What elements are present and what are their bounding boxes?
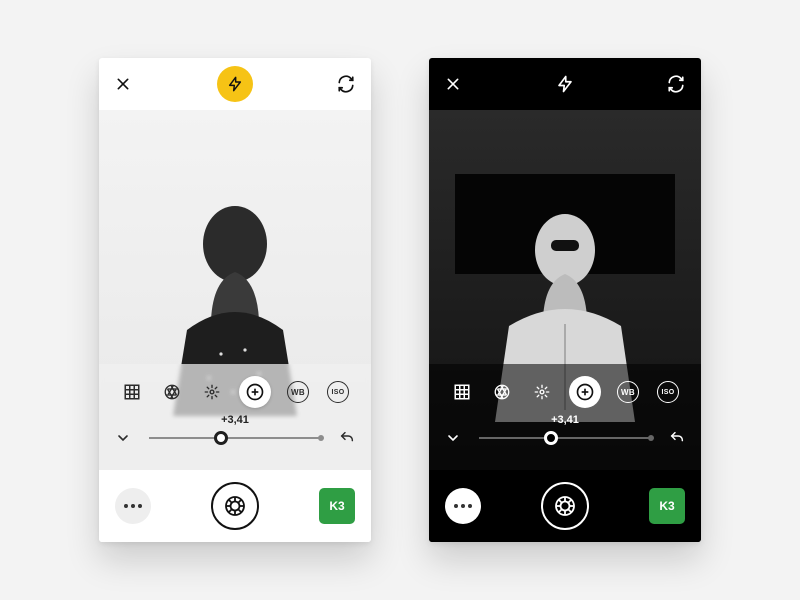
exposure-slider-row: +3,41 <box>99 418 371 458</box>
flash-toggle-button[interactable] <box>217 66 253 102</box>
settings-overlay: WB ISO +3,41 <box>429 364 701 470</box>
wb-label: WB <box>287 381 309 403</box>
aperture-tool[interactable] <box>489 379 515 405</box>
camera-screen-light: WB ISO +3,41 <box>99 58 371 542</box>
filter-label: K3 <box>329 499 344 513</box>
more-options-button[interactable] <box>445 488 481 524</box>
slider-thumb[interactable] <box>214 431 228 445</box>
chevron-down-icon <box>445 430 461 446</box>
slider-end-dot <box>318 435 324 441</box>
exposure-tool[interactable] <box>569 376 601 408</box>
wb-label: WB <box>617 381 639 403</box>
brightness-tool[interactable] <box>529 379 555 405</box>
undo-icon <box>339 430 355 446</box>
flash-toggle-button[interactable] <box>556 75 574 93</box>
exposure-value: +3,41 <box>221 414 249 426</box>
iso-tool[interactable]: ISO <box>655 379 681 405</box>
chevron-down-icon <box>115 430 131 446</box>
grid-tool[interactable] <box>449 379 475 405</box>
undo-icon <box>669 430 685 446</box>
exposure-slider-row: +3,41 <box>429 418 701 458</box>
settings-overlay: WB ISO +3,41 <box>99 364 371 470</box>
filter-label: K3 <box>659 499 674 513</box>
close-button[interactable] <box>115 76 131 92</box>
aperture-icon <box>163 383 181 401</box>
collapse-settings-button[interactable] <box>445 430 461 446</box>
top-bar <box>99 58 371 110</box>
shutter-aperture-icon <box>553 494 577 518</box>
bottom-bar: K3 <box>429 470 701 542</box>
undo-button[interactable] <box>339 430 355 446</box>
brightness-icon <box>533 383 551 401</box>
shutter-button[interactable] <box>541 482 589 530</box>
white-balance-tool[interactable]: WB <box>285 379 311 405</box>
brightness-tool[interactable] <box>199 379 225 405</box>
slider-end-dot <box>648 435 654 441</box>
switch-camera-button[interactable] <box>667 75 685 93</box>
collapse-settings-button[interactable] <box>115 430 131 446</box>
aperture-icon <box>493 383 511 401</box>
bottom-bar: K3 <box>99 470 371 542</box>
active-filter-chip[interactable]: K3 <box>649 488 685 524</box>
brightness-icon <box>203 383 221 401</box>
iso-label: ISO <box>657 381 679 403</box>
aperture-tool[interactable] <box>159 379 185 405</box>
camera-screen-dark: WB ISO +3,41 <box>429 58 701 542</box>
white-balance-tool[interactable]: WB <box>615 379 641 405</box>
grid-icon <box>123 383 141 401</box>
refresh-icon <box>667 75 685 93</box>
grid-icon <box>453 383 471 401</box>
switch-camera-button[interactable] <box>337 75 355 93</box>
more-icon <box>454 504 472 508</box>
flash-icon <box>227 76 243 92</box>
more-icon <box>124 504 142 508</box>
close-button[interactable] <box>445 76 461 92</box>
flash-icon <box>556 75 574 93</box>
slider-thumb[interactable] <box>544 431 558 445</box>
tool-row: WB ISO <box>99 374 371 410</box>
viewfinder[interactable]: WB ISO +3,41 <box>429 110 701 470</box>
undo-button[interactable] <box>669 430 685 446</box>
viewfinder[interactable]: WB ISO +3,41 <box>99 110 371 470</box>
more-options-button[interactable] <box>115 488 151 524</box>
exposure-tool[interactable] <box>239 376 271 408</box>
grid-tool[interactable] <box>119 379 145 405</box>
plus-circle-icon <box>245 382 265 402</box>
exposure-slider[interactable] <box>149 437 321 439</box>
plus-circle-icon <box>575 382 595 402</box>
shutter-button[interactable] <box>211 482 259 530</box>
exposure-value: +3,41 <box>551 414 579 426</box>
iso-label: ISO <box>327 381 349 403</box>
iso-tool[interactable]: ISO <box>325 379 351 405</box>
refresh-icon <box>337 75 355 93</box>
tool-row: WB ISO <box>429 374 701 410</box>
shutter-aperture-icon <box>223 494 247 518</box>
active-filter-chip[interactable]: K3 <box>319 488 355 524</box>
top-bar <box>429 58 701 110</box>
exposure-slider[interactable] <box>479 437 651 439</box>
